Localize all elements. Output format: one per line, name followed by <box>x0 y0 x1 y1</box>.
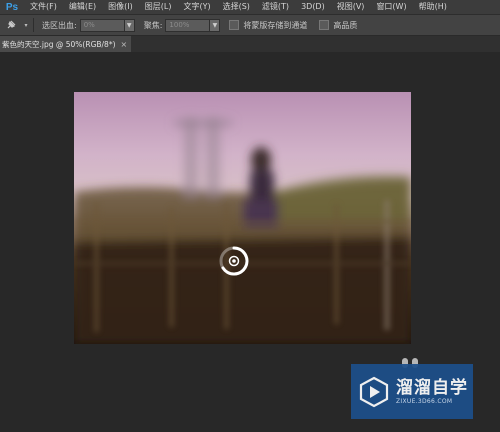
save-mask-label: 将蒙版存储到通道 <box>243 20 308 30</box>
menu-3d[interactable]: 3D(D) <box>295 0 331 14</box>
menu-type[interactable]: 文字(Y) <box>177 0 216 14</box>
high-quality-label: 高品质 <box>333 20 358 30</box>
play-icon <box>359 376 389 407</box>
chevron-down-icon[interactable]: ▼ <box>210 18 221 32</box>
document-tab-title: 紫色的天空.jpg @ 50%(RGB/8*) <box>2 39 116 49</box>
menu-bar: Ps 文件(F) 编辑(E) 图像(I) 图层(L) 文字(Y) 选择(S) 滤… <box>0 0 500 14</box>
watermark-logo: 溜溜自学 ZIXUE.3D66.COM <box>351 364 473 419</box>
menu-edit[interactable]: 编辑(E) <box>63 0 102 14</box>
menu-image[interactable]: 图像(I) <box>102 0 139 14</box>
photoshop-logo[interactable]: Ps <box>0 0 24 14</box>
document-tab[interactable]: 紫色的天空.jpg @ 50%(RGB/8*) × <box>0 36 132 52</box>
focus-field[interactable]: 100% <box>165 18 211 32</box>
document-canvas[interactable] <box>74 92 411 344</box>
watermark-url: ZIXUE.3D66.COM <box>396 398 453 405</box>
pin-icon[interactable] <box>0 17 22 33</box>
options-bar: ▾ 选区出血: 0% ▼ 聚焦: 100% ▼ 将蒙版存储到通道 高品质 <box>0 14 500 36</box>
menu-select[interactable]: 选择(S) <box>217 0 256 14</box>
separator <box>33 18 34 32</box>
document-tab-bar: 紫色的天空.jpg @ 50%(RGB/8*) × <box>0 36 500 53</box>
high-quality-checkbox[interactable] <box>319 20 330 30</box>
menu-window[interactable]: 窗口(W) <box>370 0 412 14</box>
blurred-photo <box>74 92 411 344</box>
menu-layer[interactable]: 图层(L) <box>139 0 178 14</box>
menu-help[interactable]: 帮助(H) <box>413 0 453 14</box>
chevron-down-icon[interactable]: ▼ <box>124 18 135 32</box>
focus-label: 聚焦: <box>143 20 163 30</box>
menu-filter[interactable]: 滤镜(T) <box>256 0 295 14</box>
menu-view[interactable]: 视图(V) <box>331 0 371 14</box>
watermark-name: 溜溜自学 <box>396 378 468 398</box>
loading-spinner-icon <box>219 246 249 276</box>
selection-output-field[interactable]: 0% <box>79 18 125 32</box>
close-icon[interactable]: × <box>121 40 128 49</box>
tool-preset-dropdown-icon[interactable]: ▾ <box>22 17 30 33</box>
save-mask-checkbox[interactable] <box>229 20 240 30</box>
menu-file[interactable]: 文件(F) <box>24 0 63 14</box>
selection-output-label: 选区出血: <box>42 20 77 30</box>
